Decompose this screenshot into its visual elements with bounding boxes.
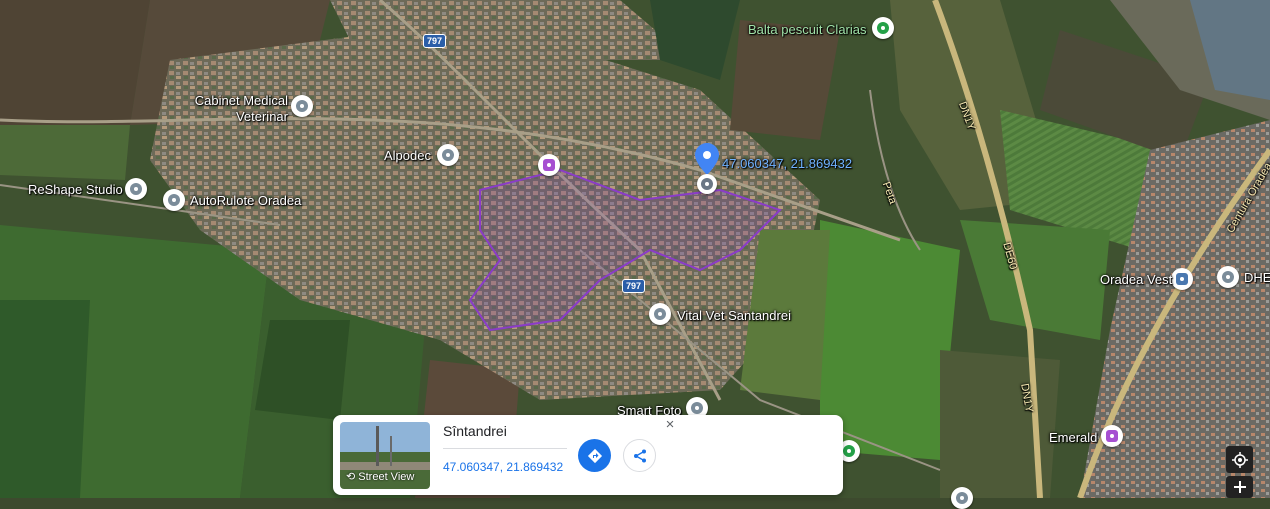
directions-button[interactable] <box>578 439 611 472</box>
place-label[interactable]: Alpodec <box>384 148 431 164</box>
poi-marker[interactable] <box>163 189 185 211</box>
poi-marker[interactable] <box>538 154 560 176</box>
share-button[interactable] <box>623 439 656 472</box>
place-label[interactable]: ReShape Studio <box>28 182 123 198</box>
place-title: Sîntandrei <box>443 423 507 439</box>
directions-icon <box>587 448 602 463</box>
poi-marker[interactable] <box>872 17 894 39</box>
dropped-pin-icon[interactable] <box>695 143 719 175</box>
street-view-label: ⟲ Street View <box>346 471 415 483</box>
place-label[interactable]: Emerald <box>1049 430 1097 446</box>
my-location-button[interactable] <box>1226 446 1253 473</box>
location-marker[interactable] <box>697 174 717 194</box>
street-view-thumbnail[interactable]: ⟲ Street View <box>340 422 430 489</box>
poi-marker[interactable] <box>649 303 671 325</box>
place-label[interactable]: DHE <box>1244 270 1270 286</box>
my-location-icon <box>1231 451 1248 468</box>
poi-marker[interactable] <box>951 487 973 509</box>
place-info-card: ⟲ Street View Sîntandrei 47.060347, 21.8… <box>333 415 843 495</box>
close-icon: × <box>665 416 675 433</box>
place-label[interactable]: Cabinet Medical Veterinar <box>192 93 288 125</box>
place-label[interactable]: AutoRulote Oradea <box>190 193 301 209</box>
pin-coordinates: 47.060347, 21.869432 <box>722 156 853 171</box>
place-label[interactable]: Vital Vet Santandrei <box>677 308 791 324</box>
poi-marker[interactable] <box>125 178 147 200</box>
poi-marker[interactable] <box>1217 266 1239 288</box>
poi-marker[interactable] <box>1101 425 1123 447</box>
road-shield: 797 <box>423 34 447 48</box>
place-label[interactable]: Oradea Vest <box>1100 272 1172 288</box>
divider <box>443 448 567 449</box>
zoom-in-button[interactable] <box>1226 476 1253 498</box>
close-button[interactable]: × <box>662 417 678 433</box>
street-view-icon: ⟲ <box>346 471 356 483</box>
share-icon <box>633 449 646 462</box>
poi-marker[interactable] <box>1171 268 1193 290</box>
place-label[interactable]: Balta pescuit Clarias <box>748 22 867 38</box>
card-coordinates[interactable]: 47.060347, 21.869432 <box>443 460 563 474</box>
poi-marker[interactable] <box>291 95 313 117</box>
zoom-in-icon <box>1233 481 1246 493</box>
road-shield: 797 <box>622 279 646 293</box>
poi-marker[interactable] <box>437 144 459 166</box>
